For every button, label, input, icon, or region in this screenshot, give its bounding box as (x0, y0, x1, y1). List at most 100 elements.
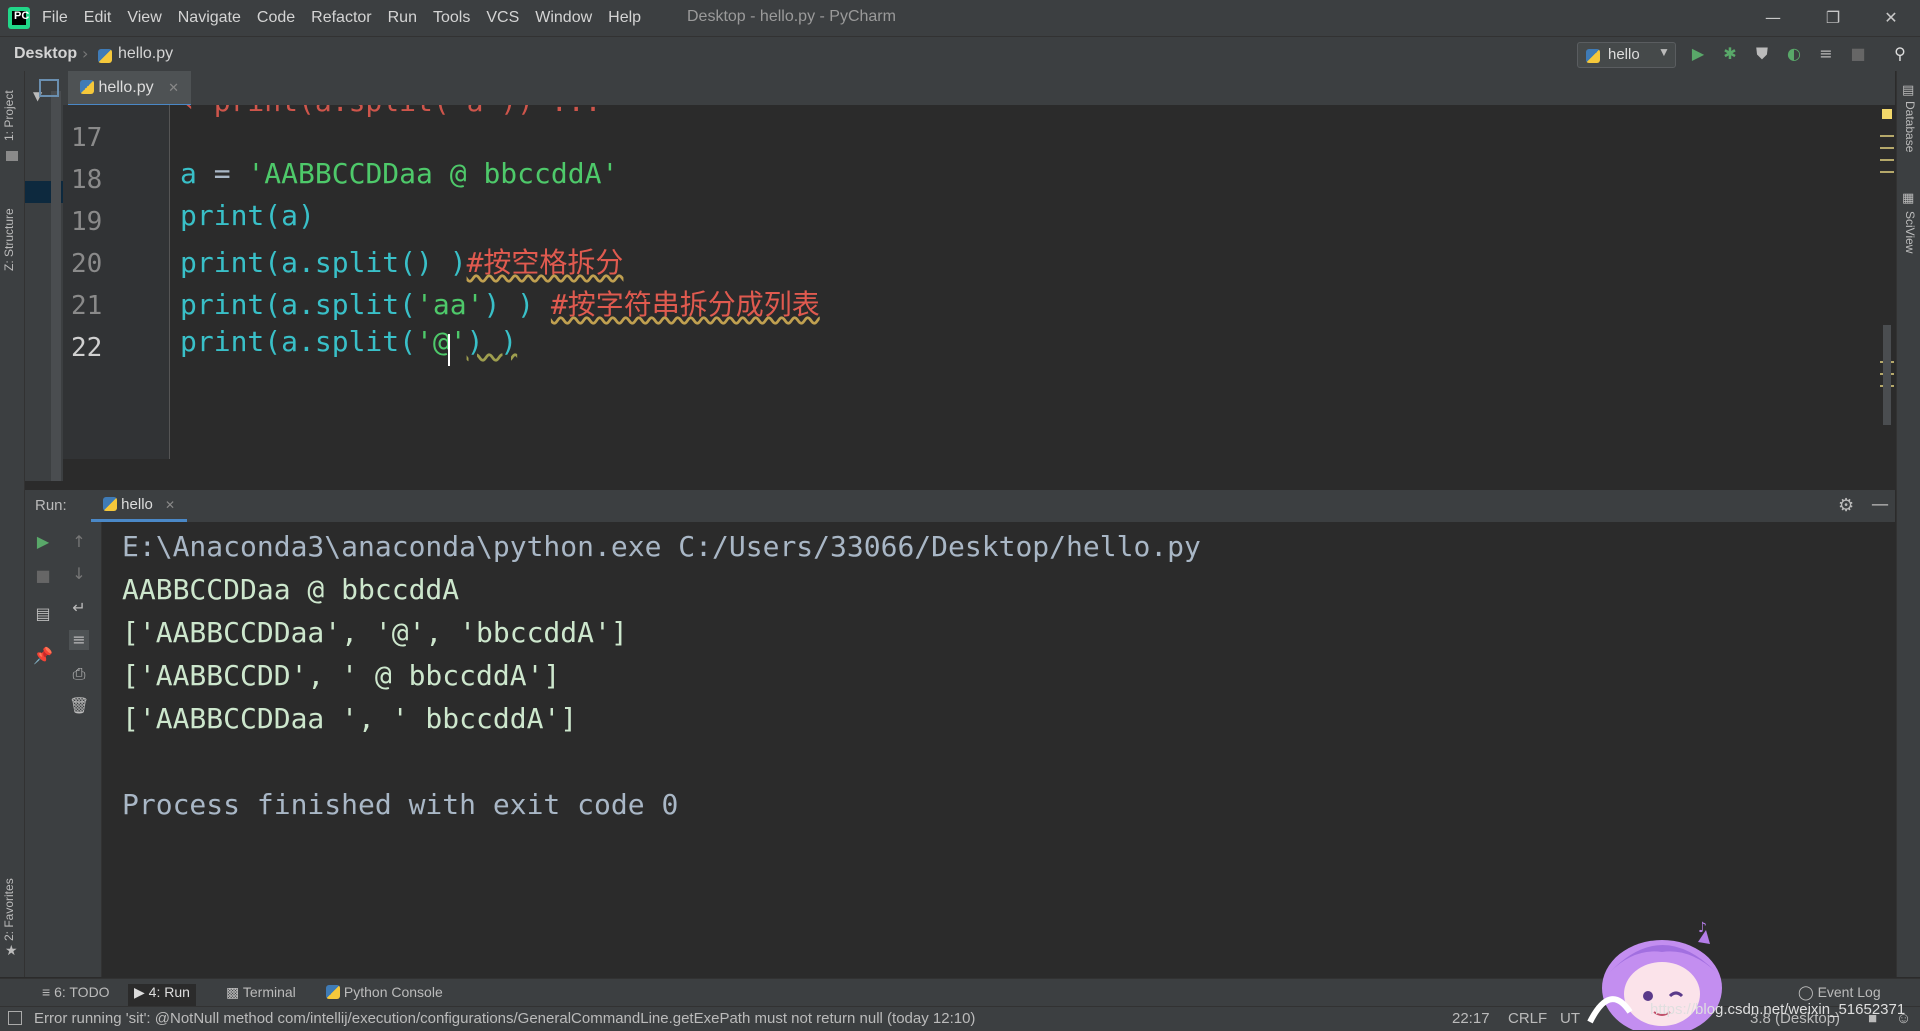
menu-file[interactable]: File (42, 9, 68, 27)
warning-indicator-icon[interactable] (1882, 109, 1892, 119)
menu-vcs[interactable]: VCS (486, 9, 519, 27)
menu-view[interactable]: View (127, 9, 161, 27)
left-tool-stripe: 1: Project Z: Structure 2: Favorites ★ (0, 71, 25, 977)
trash-icon[interactable]: 🗑 (69, 696, 89, 716)
close-tab-icon[interactable]: ✕ (168, 80, 179, 95)
code-line-21: print(a.split('aa') ) #按字符串拆分成列表 (180, 283, 820, 323)
run-configuration-select[interactable]: hello ▼ (1577, 42, 1676, 68)
structure-tool-tab[interactable]: Z: Structure (2, 208, 16, 271)
stop-icon[interactable]: ■ (1848, 44, 1868, 64)
pycharm-logo-icon: PC (8, 7, 30, 29)
run-tab-hello[interactable]: hello ✕ (91, 490, 188, 522)
run-toolbar-secondary: ↑ ↓ ↵ ≡ ⎙ 🗑 (61, 522, 102, 977)
menu-window[interactable]: Window (535, 9, 592, 27)
marker[interactable] (1880, 159, 1894, 161)
code-text: print(a.split( (180, 325, 417, 358)
menu-navigate[interactable]: Navigate (178, 9, 241, 27)
sciview-tool-tab[interactable]: SciView (1903, 211, 1917, 253)
code-text: print(a.split() ) (180, 246, 467, 279)
tab-python-console-label: Python Console (343, 984, 443, 1000)
menu-code[interactable]: Code (257, 9, 295, 27)
debug-icon[interactable]: ✱ (1720, 44, 1740, 64)
console-line-command: E:\Anaconda3\anaconda\python.exe C:/User… (122, 530, 1201, 563)
menu-tools[interactable]: Tools (433, 9, 470, 27)
tab-run[interactable]: ▶ 4: Run (128, 984, 196, 1006)
code-text: ) ) (466, 325, 518, 358)
status-message[interactable]: Error running 'sit': @NotNull method com… (34, 1010, 975, 1027)
line-number-gutter: 17 18 19 20 21 22 (63, 105, 170, 459)
caret-position[interactable]: 22:17 (1452, 1010, 1490, 1027)
hide-panel-icon[interactable]: — (1871, 494, 1889, 515)
close-tab-icon[interactable]: ✕ (165, 498, 175, 512)
console-line: ['AABBCCDDaa', '@', 'bbccddA'] (122, 616, 628, 649)
console-line: ['AABBCCDD', ' @ bbccddA'] (122, 659, 561, 692)
tool-windows-icon[interactable] (8, 1011, 22, 1025)
tab-python-console[interactable]: Python Console (326, 984, 443, 1000)
stop-icon[interactable]: ■ (33, 566, 53, 586)
line-number: 17 (71, 123, 103, 153)
menu-help[interactable]: Help (608, 9, 641, 27)
editor-scrollbar-thumb[interactable] (1883, 325, 1891, 425)
star-icon: ★ (5, 943, 18, 959)
folder-icon (6, 151, 18, 161)
console-line: AABBCCDDaa @ bbccddA (122, 573, 460, 606)
comment: #按空格拆分 (466, 246, 624, 279)
python-config-icon (1586, 48, 1600, 65)
sciview-icon: ▦ (1902, 191, 1915, 206)
line-number-current: 22 (71, 333, 103, 363)
print-icon[interactable]: ⎙ (69, 664, 89, 684)
string-literal: 'aa' (416, 288, 484, 321)
svg-text:♪: ♪ (1698, 920, 1707, 936)
concurrency-icon[interactable]: ≡ (1816, 44, 1836, 64)
editor-marker-stripe[interactable] (1880, 105, 1895, 459)
assign-operator: = (196, 157, 248, 190)
breadcrumb-separator-icon: › (82, 44, 89, 63)
arrow-up-icon[interactable]: ↑ (69, 532, 89, 552)
project-scrollbar[interactable] (51, 91, 61, 481)
marker[interactable] (1880, 147, 1894, 149)
database-tool-tab[interactable]: Database (1903, 101, 1917, 152)
gear-icon[interactable]: ⚙ (1838, 495, 1854, 516)
menu-edit[interactable]: Edit (84, 9, 112, 27)
rerun-icon[interactable]: ▶ (33, 532, 53, 552)
editor-footer (63, 459, 1895, 491)
favorites-tool-tab[interactable]: 2: Favorites (2, 878, 16, 941)
breadcrumb-desktop[interactable]: Desktop (14, 45, 77, 63)
navigation-bar: Desktop › hello.py hello ▼ ▶ ✱ ⛊ ◐ ≡ ■ ⚲ (0, 36, 1920, 72)
code-line-20: print(a.split() )#按空格拆分 (180, 241, 623, 281)
minimize-icon[interactable]: — (1758, 6, 1788, 30)
tab-todo[interactable]: ≡ 6: TODO (42, 984, 110, 1000)
scroll-to-end-icon[interactable]: ≡ (69, 630, 89, 650)
close-icon[interactable]: ✕ (1876, 6, 1906, 30)
restore-icon[interactable]: ❐ (1818, 6, 1848, 30)
text-caret (448, 334, 450, 366)
arrow-down-icon[interactable]: ↓ (69, 564, 89, 584)
soft-wrap-icon[interactable]: ↵ (69, 598, 89, 618)
line-number: 21 (71, 291, 103, 321)
menu-run[interactable]: Run (388, 9, 417, 27)
search-icon[interactable]: ⚲ (1890, 44, 1910, 64)
marker[interactable] (1880, 171, 1894, 173)
run-label: Run: (35, 497, 67, 514)
marker[interactable] (1880, 135, 1894, 137)
menu-refactor[interactable]: Refactor (311, 9, 371, 27)
run-configuration-label: hello (1608, 46, 1640, 63)
tab-event-log[interactable]: ◯ Event Log (1798, 984, 1881, 1001)
breadcrumb-file[interactable]: hello.py (118, 45, 173, 63)
run-console-output[interactable]: E:\Anaconda3\anaconda\python.exe C:/User… (102, 522, 1895, 977)
python-file-icon (80, 80, 94, 94)
code-editor[interactable]: ‹ p​rint(a​.s​p​l​it('​a')) ... a = 'AAB… (170, 105, 1880, 459)
line-separator[interactable]: CRLF (1508, 1010, 1547, 1027)
run-toolbar-primary: ▶ ■ ▤ 📌 (25, 522, 61, 977)
partial-line (63, 93, 169, 103)
pin-icon[interactable]: 📌 (33, 646, 53, 666)
coverage-icon[interactable]: ⛊ (1752, 44, 1772, 64)
line-number: 19 (71, 207, 103, 237)
editor-layout-icon[interactable] (39, 79, 59, 97)
tab-terminal[interactable]: ▩ Terminal (226, 984, 296, 1001)
run-icon[interactable]: ▶ (1688, 44, 1708, 64)
right-tool-stripe: ▤ Database ▦ SciView (1896, 71, 1920, 977)
profile-icon[interactable]: ◐ (1784, 44, 1804, 64)
layout-icon[interactable]: ▤ (33, 604, 53, 624)
project-tool-tab[interactable]: 1: Project (2, 90, 16, 141)
